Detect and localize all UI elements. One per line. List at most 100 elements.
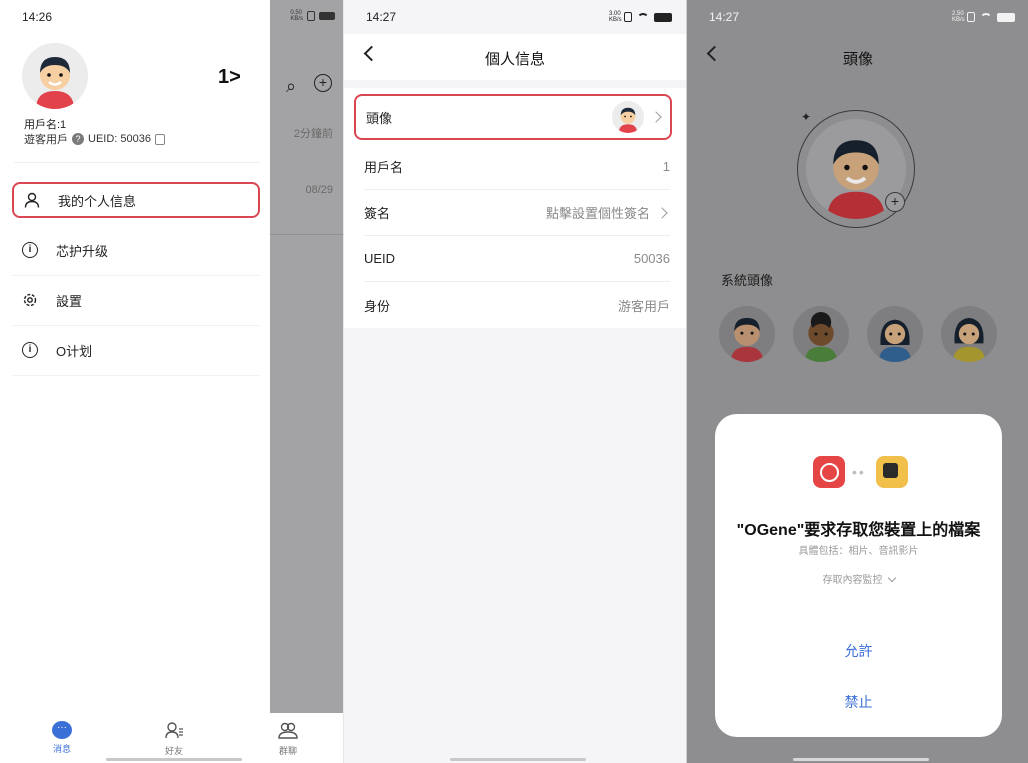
tab-groups[interactable]: 群聊 [258, 721, 318, 757]
info-list: 頭像 用戶名 1 簽名 點擊設置個性簽名 UEID 50036 身份 游客用戶 [344, 88, 686, 328]
network-speed: 3.00 KB/s [609, 11, 622, 23]
wifi-icon [637, 12, 649, 22]
row-value [612, 101, 664, 133]
search-icon[interactable]: ⌕ [286, 76, 296, 97]
add-avatar-icon[interactable]: + [885, 192, 905, 212]
status-bar: 14:27 2.50 KB/s [687, 0, 1028, 34]
row-identity: 身份 游客用戶 [364, 282, 670, 328]
chat-bubble-icon: ··· [52, 721, 72, 739]
system-avatar-3[interactable] [867, 306, 923, 362]
signature-placeholder: 點擊設置個性簽名 [545, 206, 650, 221]
tab-label: 群聊 [278, 746, 297, 756]
tab-friends[interactable]: 好友 [144, 721, 204, 757]
sim-icon [624, 12, 632, 22]
row-value: 1 [662, 159, 670, 174]
section-title: 系統頭像 [721, 273, 774, 288]
menu-item-personal-info[interactable]: 我的个人信息 [12, 182, 260, 218]
avatar-screen: 14:27 2.50 KB/s 頭像 + ✦ 系統頭像 •• "OGene"要求… [686, 0, 1028, 763]
menu-label: 我的个人信息 [58, 193, 137, 209]
chevron-right-icon [656, 206, 668, 219]
row-label: UEID [364, 251, 396, 266]
menu-label: 芯护升级 [56, 244, 109, 259]
chat-time: 2分鐘前 [293, 128, 333, 140]
status-icons: 3.00 KB/s [609, 11, 672, 23]
network-speed: 0.50 KB/s [290, 10, 303, 22]
permission-dialog: •• "OGene"要求存取您裝置上的檔案 具體包括：相片、音訊影片 存取內容監… [715, 414, 1002, 737]
status-bar: 14:26 [0, 0, 270, 34]
ueid-text: UEID: 50036 [88, 133, 151, 145]
avatar [612, 101, 644, 133]
page-title: 個人信息 [484, 51, 545, 68]
system-avatar-4[interactable] [941, 306, 997, 362]
avatar[interactable] [22, 43, 88, 109]
status-time: 14:26 [22, 10, 53, 24]
divider [14, 162, 260, 163]
backdrop-overlay [270, 0, 343, 713]
tab-label: 好友 [164, 746, 183, 756]
network-speed: 2.50 KB/s [952, 11, 965, 23]
row-value: 50036 [633, 251, 670, 266]
menu-item-settings[interactable]: 設置 [12, 276, 260, 326]
menu-label: O计划 [56, 344, 93, 359]
ellipsis-icon: •• [852, 464, 866, 480]
friends-icon [165, 722, 183, 739]
info-icon: i [22, 242, 38, 258]
detail-label: 存取內容監控 [822, 575, 883, 586]
tab-label: 消息 [52, 744, 71, 754]
menu-label: 設置 [56, 294, 83, 309]
chat-list-backdrop[interactable]: 0.50 KB/s ⌕ + 2分鐘前 08/29 [270, 0, 343, 713]
nav-bar: 頭像 [687, 34, 1028, 80]
menu-item-upgrade[interactable]: i 芯护升级 [12, 226, 260, 276]
system-avatar-1[interactable] [719, 306, 775, 362]
add-icon[interactable]: + [314, 74, 332, 92]
group-icon [278, 722, 298, 739]
system-avatar-2[interactable] [793, 306, 849, 362]
home-indicator [450, 758, 586, 761]
row-signature[interactable]: 簽名 點擊設置個性簽名 [364, 190, 670, 236]
row-label: 身份 [364, 298, 391, 314]
person-icon [24, 192, 40, 208]
status-icons: 2.50 KB/s [952, 11, 1015, 23]
page-title: 頭像 [842, 51, 873, 68]
account-type: 遊客用戶 [24, 134, 68, 146]
chevron-down-icon [887, 573, 896, 583]
file-storage-icon [876, 456, 908, 488]
allow-button[interactable]: 允許 [715, 641, 1002, 661]
dialog-subtitle: 具體包括：相片、音訊影片 [798, 546, 919, 557]
deny-button[interactable]: 禁止 [715, 692, 1002, 712]
chat-date: 08/29 [305, 184, 333, 196]
side-drawer: 14:26 1> 用戶名:1 遊客用戶 ? UEID: 50036 我的个人信息… [0, 0, 270, 713]
home-indicator [106, 758, 242, 761]
dialog-detail-toggle[interactable]: 存取內容監控 [715, 571, 1002, 586]
nav-bar: 個人信息 [344, 34, 686, 80]
tab-messages[interactable]: ··· 消息 [32, 721, 92, 755]
row-avatar[interactable]: 頭像 [354, 94, 672, 140]
battery-icon [997, 12, 1015, 22]
system-avatar-list [719, 306, 1009, 364]
status-bar: 14:27 3.00 KB/s [344, 0, 686, 34]
username-text: 用戶名:1 [24, 119, 67, 131]
battery-icon [654, 12, 672, 22]
current-avatar[interactable]: + ✦ [797, 110, 915, 228]
row-value: 游客用戶 [617, 298, 670, 314]
bottom-tab-bar: ··· 消息 好友 群聊 [0, 713, 343, 763]
menu-item-o-plan[interactable]: i O计划 [12, 326, 260, 376]
app-logo-icon [813, 456, 845, 488]
account-line: 遊客用戶 ? UEID: 50036 [24, 131, 165, 147]
list-divider [270, 234, 343, 235]
battery-icon [319, 12, 335, 20]
row-label: 頭像 [366, 110, 393, 126]
row-label: 用戶名 [364, 160, 404, 175]
status-time: 14:27 [709, 10, 740, 24]
avatar-cartoon-icon [719, 306, 775, 362]
chevron-right-icon [650, 111, 662, 123]
sim-icon [307, 11, 315, 21]
row-value: 點擊設置個性簽名 [546, 203, 670, 222]
personal-info-screen: 14:27 3.00 KB/s 個人信息 頭像 用戶名 1 簽名 點擊設置個性簽… [343, 0, 686, 763]
help-icon[interactable]: ? [72, 133, 84, 145]
row-username[interactable]: 用戶名 1 [364, 144, 670, 190]
row-label: 簽名 [364, 206, 391, 221]
level-badge[interactable]: 1> [218, 66, 241, 89]
home-indicator [793, 758, 929, 761]
copy-icon[interactable] [154, 133, 165, 145]
